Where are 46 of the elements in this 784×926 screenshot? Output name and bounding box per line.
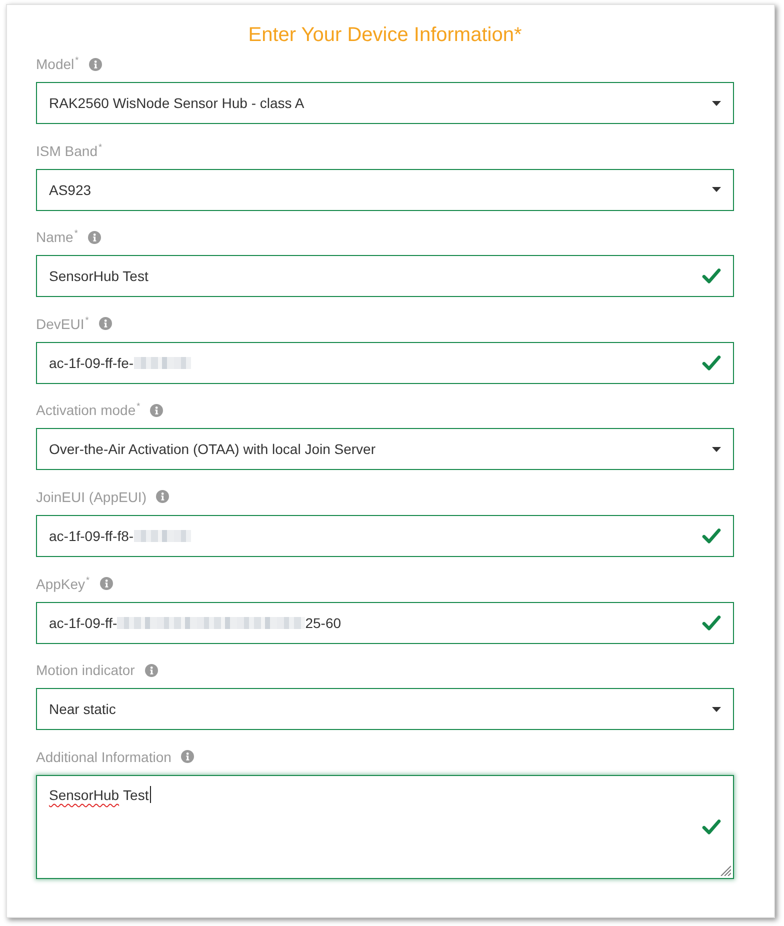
- text-input[interactable]: ac-1f-09-ff-f8-: [36, 514, 734, 557]
- textarea-field[interactable]: SensorHub Test: [36, 774, 734, 879]
- dropdown-select[interactable]: Over-the-Air Activation (OTAA) with local Join Server: [36, 428, 734, 470]
- field-label: DevEUI$^{*}$: [36, 314, 89, 334]
- text-input[interactable]: SensorHub Test: [36, 255, 734, 298]
- field-value: Near static: [49, 700, 116, 718]
- field-value: AS923: [49, 180, 92, 199]
- dropdown-select[interactable]: Near static: [36, 688, 734, 730]
- caret-down-icon[interactable]: [712, 100, 721, 106]
- field-label: ISM Band$^{*}$: [36, 140, 102, 161]
- pixelated-block: [134, 356, 191, 369]
- field-value: ac-1f-09-ff-: [49, 614, 118, 632]
- info-icon[interactable]: [156, 490, 170, 504]
- pixelated-block: [134, 530, 191, 542]
- field-label: Model$^{*}$: [36, 54, 79, 74]
- resize-grip-icon[interactable]: [720, 864, 731, 876]
- field-label: JoinEUI (AppEUI): [36, 488, 146, 507]
- info-icon[interactable]: [88, 230, 101, 244]
- info-icon[interactable]: [150, 404, 164, 417]
- field-value: RAK2560 WisNode Sensor Hub - class A: [49, 94, 304, 112]
- text-input[interactable]: ac-1f-09-ff- 25-60: [36, 602, 734, 644]
- field-value: SensorHub Test: [49, 267, 148, 286]
- info-icon[interactable]: [100, 577, 113, 590]
- field-label: Name$^{*}$: [36, 227, 78, 248]
- caret-down-icon[interactable]: [712, 446, 721, 452]
- caret-down-icon[interactable]: [712, 706, 721, 712]
- field-label: AppKey$^{*}$: [36, 574, 90, 594]
- field-value: ac-1f-09-ff-fe-: [49, 354, 134, 372]
- field-value: 25-60: [305, 614, 342, 632]
- field-label: Additional Information: [36, 748, 172, 767]
- dropdown-select[interactable]: AS923: [36, 168, 734, 211]
- info-icon[interactable]: [98, 317, 112, 330]
- field-label: Activation mode$^{*}$: [36, 400, 140, 420]
- dropdown-select[interactable]: RAK2560 WisNode Sensor Hub - class A: [36, 82, 734, 124]
- form-title: Enter Your Device Information*: [248, 23, 522, 48]
- field-value: ac-1f-09-ff-f8-: [49, 526, 134, 545]
- text-input[interactable]: ac-1f-09-ff-fe-: [36, 342, 734, 384]
- info-icon[interactable]: [181, 750, 194, 764]
- info-icon[interactable]: [144, 664, 158, 677]
- info-icon[interactable]: [88, 58, 102, 70]
- field-value: Test: [123, 786, 149, 804]
- field-label: Motion indicator: [36, 661, 135, 680]
- field-value: Over-the-Air Activation (OTAA) with local Join Server: [49, 440, 376, 458]
- text-cursor: [150, 786, 151, 803]
- caret-down-icon[interactable]: [712, 187, 721, 192]
- misspelled-word: SensorHub: [49, 786, 120, 804]
